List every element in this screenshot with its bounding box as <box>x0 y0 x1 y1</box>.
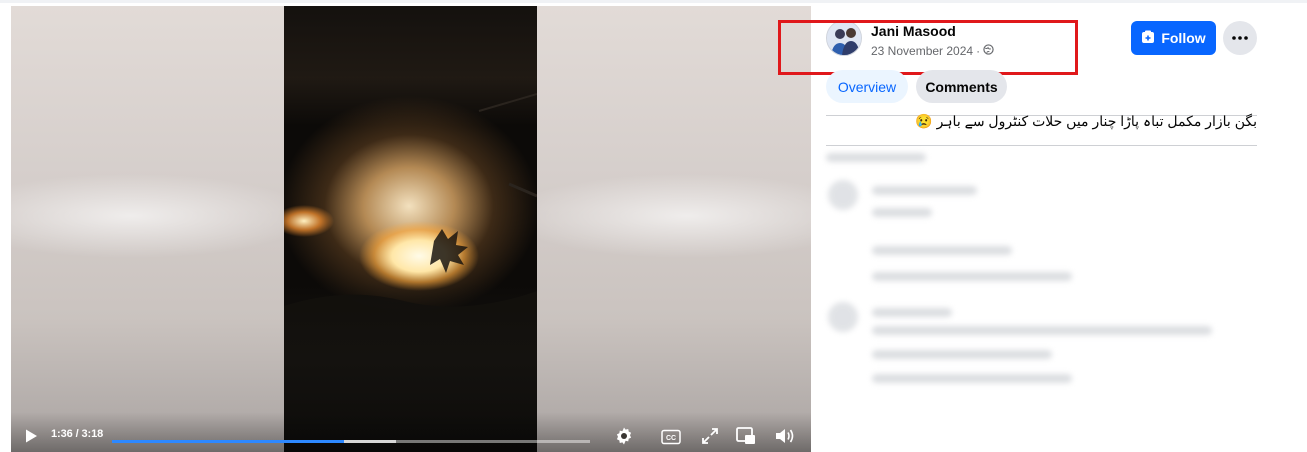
tab-comments[interactable]: Comments <box>916 70 1007 103</box>
blurred-comments-area <box>826 150 1257 400</box>
volume-icon[interactable] <box>773 425 797 447</box>
follow-button[interactable]: Follow <box>1131 21 1216 55</box>
divider <box>826 145 1257 146</box>
video-player[interactable]: 1:36 / 3:18 CC <box>11 6 811 452</box>
highlight-annotation-box <box>778 20 1078 75</box>
video-blur-backdrop-right <box>537 6 811 452</box>
top-border <box>0 0 1307 3</box>
video-time: 1:36 / 3:18 <box>51 428 104 440</box>
picture-in-picture-icon[interactable] <box>734 425 758 447</box>
more-horizontal-icon <box>1232 36 1248 40</box>
gear-icon[interactable] <box>613 425 635 447</box>
post-caption: بگن بازار مکمل تباہ پاڑا چنار میں حلات ک… <box>915 113 1257 129</box>
tab-overview[interactable]: Overview <box>826 70 908 103</box>
expand-icon[interactable] <box>699 425 721 447</box>
video-blur-backdrop-left <box>11 6 284 452</box>
video-controls: 1:36 / 3:18 CC <box>11 412 811 452</box>
closed-captions-icon[interactable]: CC <box>660 426 682 448</box>
add-friend-icon <box>1141 30 1155 47</box>
play-icon[interactable] <box>19 424 43 448</box>
follow-label: Follow <box>1161 30 1206 46</box>
svg-text:CC: CC <box>666 435 676 442</box>
video-frame[interactable] <box>284 6 537 452</box>
played-fill <box>112 440 344 443</box>
video-progress-bar[interactable] <box>112 440 590 443</box>
more-options-button[interactable] <box>1223 21 1257 55</box>
